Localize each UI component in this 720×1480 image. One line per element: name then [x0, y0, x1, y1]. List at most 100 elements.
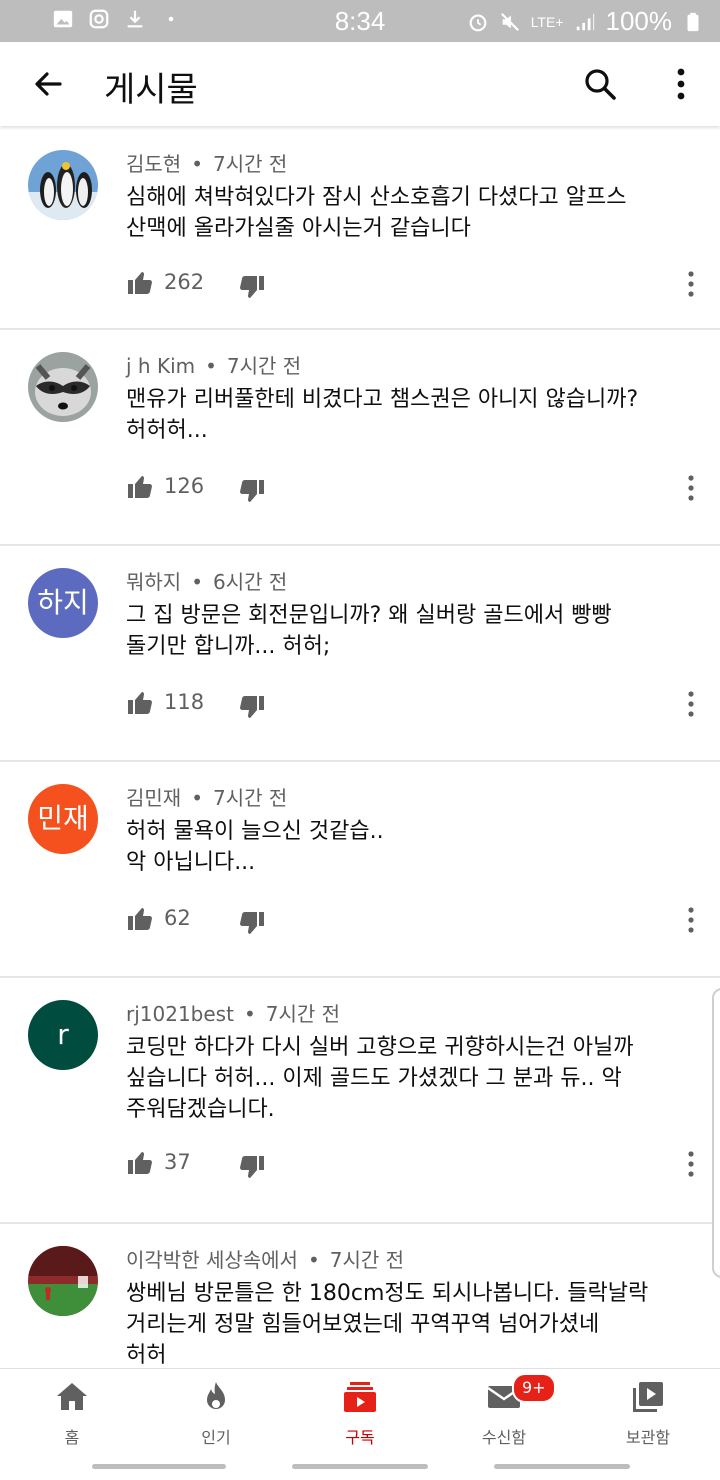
comment-text: 심해에 쳐박혀있다가 잠시 산소호흡기 다셨다고 알프스 산맥에 올라가실줄 아…	[126, 182, 686, 244]
avatar[interactable]: 민재	[28, 784, 98, 854]
thumbs-down-icon[interactable]	[238, 1154, 266, 1182]
comment-meta: rj1021best • 7시간 전	[126, 998, 340, 1027]
network-type: LTE+	[530, 13, 564, 30]
comment-item: r rj1021best • 7시간 전 코딩만 하다가 다시 실버 고향으로 귀향…	[0, 978, 720, 1224]
comment-text: 쌍베님 방문틀은 한 180cm정도 되시나봅니다. 들락날락 거리는게 정말 …	[126, 1278, 686, 1368]
nav-trending[interactable]: 인기	[144, 1369, 288, 1453]
comment-line: 거리는게 정말 힘들어보였는데 꾸역꾸역 넘어가셨네	[126, 1312, 600, 1337]
comment-list[interactable]: 김도현 • 7시간 전 심해에 쳐박혀있다가 잠시 산소호흡기 다셨다고 알프스 산…	[0, 128, 720, 1368]
comment-author[interactable]: j h Kim	[126, 354, 195, 378]
stadium-avatar-image	[28, 1246, 98, 1316]
subscriptions-icon	[344, 1382, 376, 1412]
thumbs-up-icon[interactable]	[126, 268, 154, 296]
comment-item: 하지 뭐하지 • 6시간 전 그 집 방문은 회전문입니까? 왜 실버랑 골드에서 …	[0, 546, 720, 762]
comment-author[interactable]: 김도현	[126, 152, 181, 176]
thumbs-down-icon[interactable]	[238, 478, 266, 506]
home-icon	[57, 1383, 87, 1410]
signal-icon	[576, 13, 594, 30]
comment-line: 쌍베님 방문틀은 한 180cm정도 되시나봅니다. 들락날락	[126, 1281, 649, 1306]
comment-line: 악 아닙니다...	[126, 850, 256, 875]
gesture-handle[interactable]	[494, 1464, 630, 1469]
gesture-handle[interactable]	[92, 1464, 226, 1469]
comment-more-icon[interactable]	[684, 906, 698, 934]
comment-meta: 김민재 • 7시간 전	[126, 782, 287, 811]
comment-line: 심해에 쳐박혀있다가 잠시 산소호흡기 다셨다고 알프스	[126, 185, 627, 210]
comment-line: 산맥에 올라가실줄 아시는거 같습니다	[126, 216, 471, 241]
battery-icon	[687, 12, 699, 31]
comment-line: 코딩만 하다가 다시 실버 고향으로 귀향하시는건 아닐까	[126, 1035, 634, 1060]
nav-library[interactable]: 보관함	[576, 1369, 720, 1453]
search-icon[interactable]	[578, 62, 622, 106]
page-title: 게시물	[104, 70, 198, 110]
comment-actions: 62	[126, 904, 706, 944]
thumbs-up-icon[interactable]	[126, 688, 154, 716]
comment-more-icon[interactable]	[684, 1150, 698, 1178]
library-icon	[633, 1382, 663, 1412]
avatar[interactable]: r	[28, 1000, 98, 1070]
comment-item: j h Kim • 7시간 전 맨유가 리버풀한테 비겼다고 챔스권은 아니지 않습…	[0, 330, 720, 546]
more-vert-icon[interactable]	[664, 62, 698, 106]
comment-meta: 뭐하지 • 6시간 전	[126, 566, 287, 595]
comment-item: 이각박한 세상속에서 • 7시간 전 쌍베님 방문틀은 한 180cm정도 되시나봅…	[0, 1224, 720, 1368]
nav-home-label: 홈	[64, 1428, 80, 1447]
thumbs-up-icon[interactable]	[126, 904, 154, 932]
thumbs-down-icon[interactable]	[238, 694, 266, 722]
comment-actions: 126	[126, 472, 706, 512]
thumbs-down-icon[interactable]	[238, 910, 266, 938]
comment-actions: 37	[126, 1148, 706, 1188]
thumbs-up-icon[interactable]	[126, 472, 154, 500]
comment-actions: 262	[126, 268, 706, 308]
comment-time: 7시간 전	[226, 354, 302, 378]
flame-icon	[207, 1382, 225, 1409]
gesture-handle[interactable]	[292, 1464, 428, 1469]
avatar[interactable]	[28, 1246, 98, 1316]
arrow-left-icon[interactable]	[26, 62, 70, 106]
comment-meta: 김도현 • 7시간 전	[126, 148, 287, 177]
comment-line: 허허허...	[126, 418, 208, 443]
scroll-indicator[interactable]	[712, 988, 720, 1278]
notification-badge: 9+	[512, 1373, 556, 1403]
nav-trending-label: 인기	[201, 1428, 231, 1447]
comment-text: 그 집 방문은 회전문입니까? 왜 실버랑 골드에서 빵빵 돌기만 합니까...…	[126, 600, 686, 662]
comment-line: 허허	[126, 1343, 167, 1368]
comment-more-icon[interactable]	[684, 474, 698, 502]
like-count: 37	[164, 1150, 191, 1174]
like-count: 62	[164, 906, 191, 930]
meta-separator: •	[243, 1002, 256, 1026]
comment-line: 허허 물욕이 늘으신 것같습..	[126, 819, 384, 844]
nav-home[interactable]: 홈	[0, 1369, 144, 1453]
battery-percent: 100%	[605, 6, 673, 36]
like-count: 262	[164, 270, 205, 294]
avatar[interactable]: 하지	[28, 568, 98, 638]
avatar[interactable]	[28, 150, 98, 220]
nav-subscriptions[interactable]: 구독	[288, 1369, 432, 1453]
avatar[interactable]	[28, 352, 98, 422]
like-count: 118	[164, 690, 205, 714]
comment-text: 맨유가 리버풀한테 비겼다고 챔스권은 아니지 않습니까? 허허허...	[126, 384, 686, 446]
nav-inbox-label: 수신함	[481, 1428, 527, 1447]
comment-line: 돌기만 합니까... 허허;	[126, 634, 331, 659]
thumbs-down-icon[interactable]	[238, 274, 266, 302]
mute-icon	[500, 12, 519, 31]
comment-author[interactable]: 이각박한 세상속에서	[126, 1248, 298, 1272]
comment-text: 허허 물욕이 늘으신 것같습.. 악 아닙니다...	[126, 816, 686, 878]
gesture-bar	[0, 1452, 720, 1480]
alarm-icon	[469, 13, 487, 31]
comment-text: 코딩만 하다가 다시 실버 고향으로 귀향하시는건 아닐까 싶습니다 허허...…	[126, 1032, 686, 1125]
comment-line: 그 집 방문은 회전문입니까? 왜 실버랑 골드에서 빵빵	[126, 603, 612, 628]
comment-more-icon[interactable]	[684, 690, 698, 718]
comment-actions: 118	[126, 688, 706, 728]
comment-time: 7시간 전	[329, 1248, 405, 1272]
comment-meta: 이각박한 세상속에서 • 7시간 전	[126, 1244, 404, 1273]
comment-author[interactable]: rj1021best	[126, 1002, 234, 1026]
comment-author[interactable]: 뭐하지	[126, 570, 181, 594]
comment-more-icon[interactable]	[684, 270, 698, 298]
comment-author[interactable]: 김민재	[126, 786, 181, 810]
comment-meta: j h Kim • 7시간 전	[126, 350, 301, 379]
thumbs-up-icon[interactable]	[126, 1148, 154, 1176]
nav-subscriptions-label: 구독	[345, 1428, 375, 1447]
nav-inbox[interactable]: 9+ 수신함	[432, 1369, 576, 1453]
status-bar: 8:34 LTE+ 100%	[0, 0, 720, 42]
meta-separator: •	[191, 570, 203, 594]
comment-line: 주워담겠습니다.	[126, 1097, 275, 1122]
